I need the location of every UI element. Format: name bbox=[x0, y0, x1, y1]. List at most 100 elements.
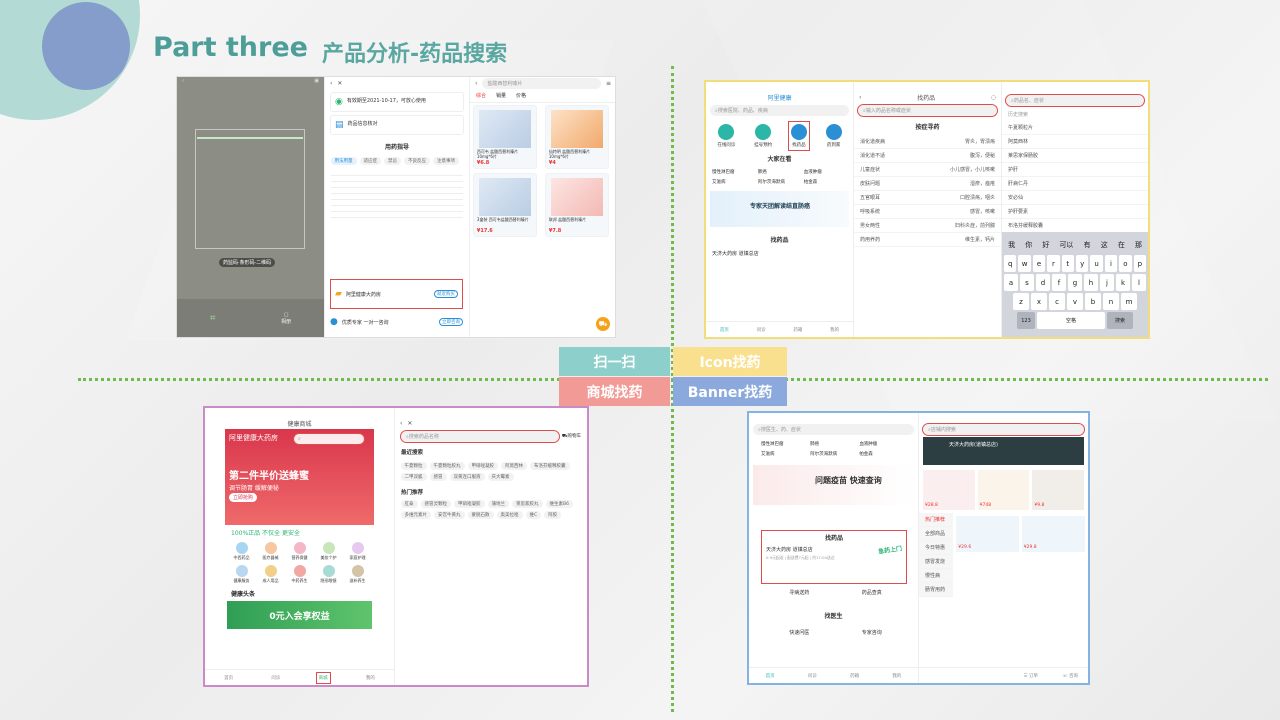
search-input[interactable]: ⌕ 搜医生、药、症状 bbox=[753, 424, 914, 435]
tab-home[interactable]: 首页 bbox=[720, 327, 729, 333]
history-item[interactable]: 安必仙 bbox=[1002, 191, 1148, 205]
category-item[interactable]: 家庭护理 bbox=[343, 540, 372, 563]
see-item[interactable]: 血液肿瘤 bbox=[857, 439, 906, 449]
category-item[interactable]: 隐形眼镜 bbox=[314, 563, 343, 586]
category-item[interactable]: 成人用品 bbox=[256, 563, 285, 586]
icon-online-consult[interactable]: 在线问诊 bbox=[717, 124, 735, 148]
hot-chip[interactable]: 多维元素片 bbox=[400, 510, 431, 519]
quick-link[interactable]: 寻病送药 bbox=[789, 589, 809, 596]
symptom-row[interactable]: 消化道疾病 胃炎，胃溃疡 bbox=[854, 135, 1001, 149]
consult-button[interactable]: 立即咨询 bbox=[439, 318, 463, 326]
category-item[interactable]: 中西药品 bbox=[227, 540, 256, 563]
history-item[interactable]: 布洛芬缓释胶囊 bbox=[1002, 219, 1148, 233]
history-item[interactable]: 护肝 bbox=[1002, 163, 1148, 177]
suggestion[interactable]: 好 bbox=[1042, 236, 1049, 253]
see-item[interactable]: 帕金森 bbox=[802, 177, 848, 187]
guide-tab[interactable]: 禁忌 bbox=[384, 156, 401, 165]
hot-chip[interactable]: 蒙脱石散 bbox=[467, 510, 494, 519]
close-icon[interactable]: ✕ bbox=[407, 420, 412, 427]
icon-appointment[interactable]: 挂号预约 bbox=[754, 124, 772, 148]
key-c[interactable]: c bbox=[1049, 293, 1065, 310]
history-item[interactable]: 肝病仁丹 bbox=[1002, 177, 1148, 191]
key-r[interactable]: r bbox=[1047, 255, 1060, 272]
cart-icon[interactable]: ⛟购物车 bbox=[562, 433, 581, 440]
history-chip[interactable]: 二甲双胍 bbox=[400, 472, 427, 481]
search-input[interactable]: ⌕ bbox=[293, 433, 365, 445]
order-button[interactable]: ☰ 订单 bbox=[1023, 673, 1037, 679]
category-item[interactable]: 健康服务 bbox=[227, 563, 256, 586]
vip-banner[interactable]: 0元入会享权益 bbox=[227, 601, 372, 629]
pharmacy-banner[interactable]: ▰ 阿里健康大药房 就近购买 bbox=[330, 279, 463, 309]
side-item[interactable]: 肠胃用药 bbox=[919, 583, 953, 597]
category-item[interactable]: 中药养生 bbox=[285, 563, 314, 586]
see-item[interactable]: 慢性淋巴瘤 bbox=[710, 167, 756, 177]
product-card[interactable]: 3盒装 西可韦盐酸西替利嗪片 ¥17.6 bbox=[472, 173, 538, 237]
history-chip[interactable]: 双黄连口服液 bbox=[449, 472, 485, 481]
key-q[interactable]: q bbox=[1003, 255, 1017, 272]
icon-drug-delivery[interactable]: 药到家 bbox=[825, 124, 842, 148]
album-button[interactable]: ▢ 相册 bbox=[281, 312, 291, 325]
tab-mall[interactable]: 商城 bbox=[315, 671, 331, 684]
guide-tab[interactable]: 不良反应 bbox=[404, 156, 430, 165]
key-f[interactable]: f bbox=[1052, 274, 1066, 291]
key-u[interactable]: u bbox=[1090, 255, 1103, 272]
see-item[interactable]: 肺癌 bbox=[756, 167, 802, 177]
back-icon[interactable]: ‹ bbox=[400, 420, 402, 427]
side-item[interactable]: 热门推荐 bbox=[919, 513, 953, 527]
cart-icon[interactable]: ⛟ bbox=[596, 317, 610, 331]
suggestion[interactable]: 这 bbox=[1101, 236, 1108, 253]
key-d[interactable]: d bbox=[1036, 274, 1050, 291]
key-l[interactable]: l bbox=[1132, 274, 1146, 291]
list-icon[interactable]: ≡ bbox=[606, 80, 611, 87]
expert-banner[interactable]: 专家天团解读结直肠癌 bbox=[710, 191, 849, 227]
tab-consult[interactable]: 问诊 bbox=[271, 675, 280, 681]
history-chip[interactable]: 午夏颗粒 bbox=[400, 461, 427, 470]
tab-comprehensive[interactable]: 综合 bbox=[476, 92, 486, 99]
suggestion[interactable]: 在 bbox=[1118, 236, 1125, 253]
side-item[interactable]: 感冒发烧 bbox=[919, 555, 953, 569]
message-icon[interactable]: ◌ bbox=[991, 94, 996, 101]
symptom-row[interactable]: 儿童症状 小儿感冒，小儿咳嗽 bbox=[854, 163, 1001, 177]
product-card[interactable]: 西可韦 盐酸西替利嗪片 10mg*6片 ¥6.8 bbox=[472, 105, 538, 169]
tab-home[interactable]: 首页 bbox=[224, 675, 233, 681]
hot-chip[interactable]: 蒲地兰 bbox=[487, 499, 509, 508]
hot-chip[interactable]: 奥美拉唑 bbox=[496, 510, 523, 519]
category-item[interactable]: 滋补养生 bbox=[343, 563, 372, 586]
side-item[interactable]: 全部商品 bbox=[919, 527, 953, 541]
pharmacy-card[interactable]: 找药品 天济大药房 道镇总店 0.9元起送 | 配送费7元起 | 约17:04送… bbox=[761, 530, 907, 584]
tab-consult[interactable]: 问诊 bbox=[808, 673, 817, 679]
symptom-row[interactable]: 药用养药 维生素，钙片 bbox=[854, 233, 1001, 247]
symptom-row[interactable]: 呼吸系统 感冒，咳嗽 bbox=[854, 205, 1001, 219]
news-row[interactable]: 健康头条 bbox=[205, 586, 394, 601]
hot-chip[interactable]: 维生素B6 bbox=[545, 499, 573, 508]
suggestion[interactable]: 我 bbox=[1008, 236, 1015, 253]
suggestion[interactable]: 可以 bbox=[1059, 236, 1073, 253]
key-z[interactable]: z bbox=[1013, 293, 1029, 310]
tab-sales[interactable]: 销量 bbox=[496, 92, 506, 99]
back-icon[interactable]: ‹ bbox=[330, 80, 332, 87]
history-item[interactable]: 护肝要素 bbox=[1002, 205, 1148, 219]
tab-mine[interactable]: 我的 bbox=[366, 675, 375, 681]
key-y[interactable]: y bbox=[1076, 255, 1089, 272]
doctor-link[interactable]: 专家咨询 bbox=[862, 629, 882, 636]
quick-link[interactable]: 药品查真 bbox=[862, 589, 882, 596]
tab-home[interactable]: 首页 bbox=[766, 673, 775, 679]
hot-chip[interactable]: 维C bbox=[525, 510, 542, 519]
tab-price[interactable]: 价格 bbox=[516, 92, 526, 99]
vaccine-banner[interactable]: 问题疫苗 快速查询 bbox=[753, 465, 914, 505]
back-icon[interactable]: ‹ bbox=[475, 80, 477, 87]
tab-mine[interactable]: 我的 bbox=[892, 673, 901, 679]
promo-product[interactable]: ¥28.8 bbox=[923, 470, 975, 510]
promo-product[interactable]: ¥748 bbox=[977, 470, 1030, 510]
suggestion[interactable]: 那 bbox=[1135, 236, 1142, 253]
close-icon[interactable]: ✕ bbox=[337, 80, 342, 87]
hot-chip[interactable]: 感冒灵颗粒 bbox=[420, 499, 451, 508]
search-input[interactable]: ⌕ 搜索药品名称 bbox=[400, 430, 560, 443]
icon-find-drug[interactable]: 找药品 bbox=[787, 121, 810, 151]
symptom-row[interactable]: 消化道不适 腹泻，便秘 bbox=[854, 149, 1001, 163]
tab-medbox[interactable]: 药箱 bbox=[850, 673, 859, 679]
side-item[interactable]: 慢性病 bbox=[919, 569, 953, 583]
guide-tab[interactable]: 注意事项 bbox=[433, 156, 459, 165]
history-item[interactable]: 午夏颗粒片 bbox=[1002, 121, 1148, 135]
key-b[interactable]: b bbox=[1085, 293, 1101, 310]
